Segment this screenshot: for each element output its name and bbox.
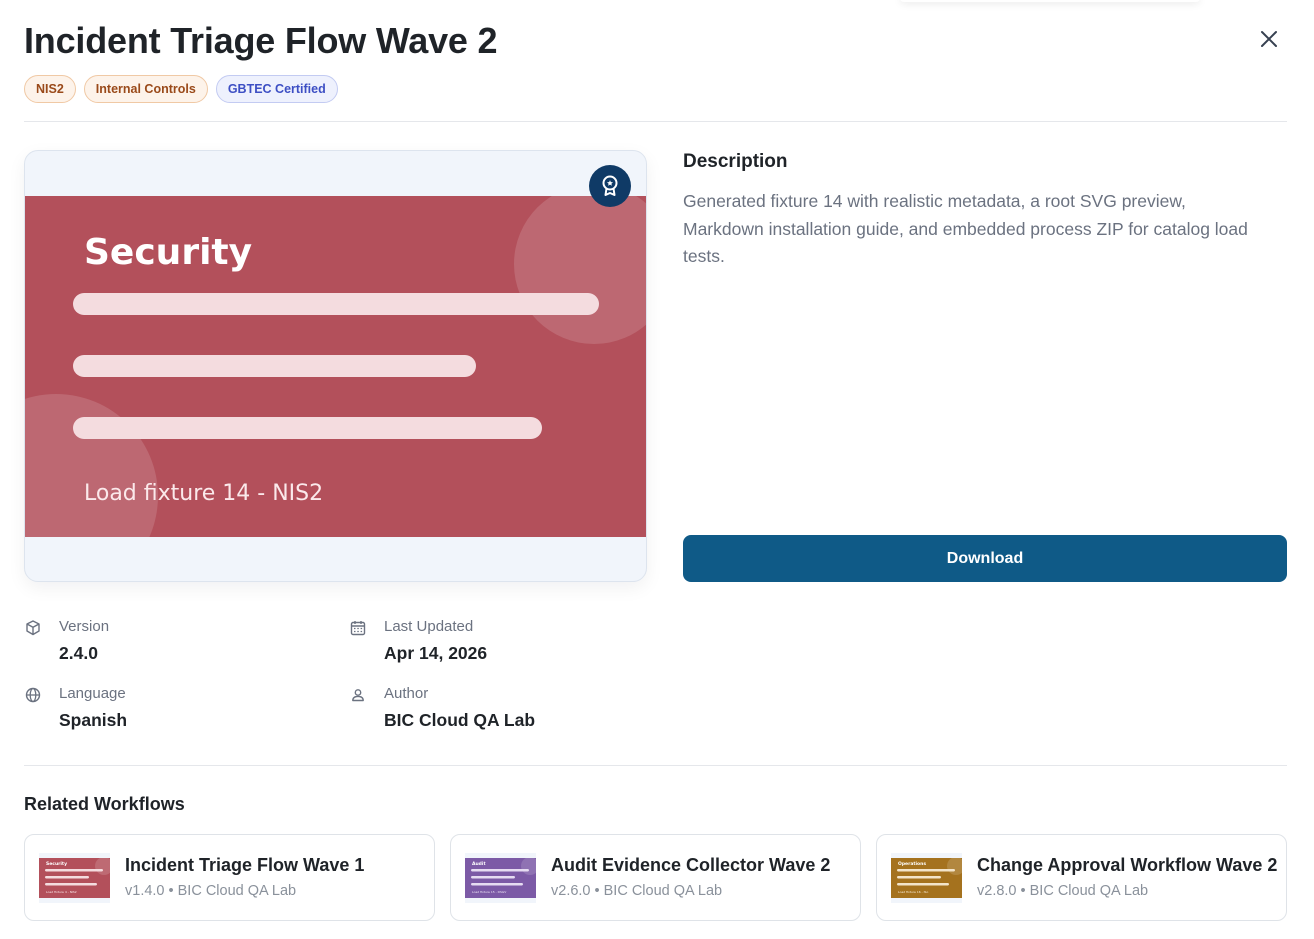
related-card-3[interactable]: Operations Load fixture 16 - ISo Change … xyxy=(876,834,1287,921)
related-card-meta: v2.6.0 • BIC Cloud QA Lab xyxy=(551,883,723,899)
related-thumbnail: Security Load fixture 4 - NIS2 xyxy=(39,853,110,903)
preview-caption: Load fixture 14 - NIS2 xyxy=(84,481,323,506)
related-workflows-title: Related Workflows xyxy=(24,794,185,814)
preview-heading: Security xyxy=(84,232,252,273)
related-card-title: Change Approval Workflow Wave 2 xyxy=(977,855,1278,875)
svg-text:Load fixture 16 - ISo: Load fixture 16 - ISo xyxy=(898,890,928,894)
overlay-edge xyxy=(900,0,1200,2)
meta-last-updated-label: Last Updated xyxy=(384,618,474,635)
related-card-meta: v2.8.0 • BIC Cloud QA Lab xyxy=(977,883,1149,899)
svg-text:Load fixture 4 - NIS2: Load fixture 4 - NIS2 xyxy=(46,890,77,894)
tag-gbtec-certified: GBTEC Certified xyxy=(215,75,338,103)
related-card-1[interactable]: Security Load fixture 4 - NIS2 Incident … xyxy=(24,834,435,921)
preview-image: Security Load fixture 14 - NIS2 xyxy=(25,196,646,537)
user-icon xyxy=(352,689,364,702)
description-text: Generated fixture 14 with realistic meta… xyxy=(683,191,1248,266)
related-thumbnail: Audit Load fixture 15 - DSGV xyxy=(465,853,536,903)
close-button[interactable] xyxy=(1256,26,1282,52)
related-divider xyxy=(24,765,1287,766)
svg-text:Operations: Operations xyxy=(898,861,926,867)
page-title: Incident Triage Flow Wave 2 xyxy=(24,20,498,61)
globe-icon xyxy=(25,687,41,703)
related-card-2[interactable]: Audit Load fixture 15 - DSGV Audit Evide… xyxy=(450,834,861,921)
meta-language-value: Spanish xyxy=(59,710,128,730)
tag-list: NIS2 Internal Controls GBTEC Certified xyxy=(24,75,338,103)
related-thumbnail: Operations Load fixture 16 - ISo xyxy=(891,853,962,903)
meta-last-updated-value: Apr 14, 2026 xyxy=(384,643,488,663)
related-card-meta: v1.4.0 • BIC Cloud QA Lab xyxy=(125,883,297,899)
related-card-title: Incident Triage Flow Wave 1 xyxy=(125,855,365,875)
calendar-icon xyxy=(350,621,366,636)
meta-author-value: BIC Cloud QA Lab xyxy=(384,710,536,730)
header-divider xyxy=(24,121,1287,122)
svg-text:Security: Security xyxy=(46,861,67,867)
svg-text:Load fixture 15 - DSGV: Load fixture 15 - DSGV xyxy=(472,890,507,894)
download-button[interactable]: Download xyxy=(683,535,1287,582)
package-icon xyxy=(26,620,40,636)
description-title: Description xyxy=(683,151,788,172)
meta-language-label: Language xyxy=(59,685,126,702)
preview-card: Security Load fixture 14 - NIS2 xyxy=(24,150,647,582)
meta-author-label: Author xyxy=(384,685,429,702)
award-icon xyxy=(602,175,618,196)
certified-badge xyxy=(589,165,631,207)
svg-text:Audit: Audit xyxy=(472,861,486,867)
related-card-title: Audit Evidence Collector Wave 2 xyxy=(551,855,831,875)
tag-nis2: NIS2 xyxy=(24,75,76,103)
meta-version-value: 2.4.0 xyxy=(59,643,98,663)
tag-internal-controls: Internal Controls xyxy=(83,75,208,103)
meta-version-label: Version xyxy=(59,618,110,635)
close-icon xyxy=(1261,31,1277,47)
preview-banner: Security Load fixture 14 - NIS2 xyxy=(25,196,646,537)
